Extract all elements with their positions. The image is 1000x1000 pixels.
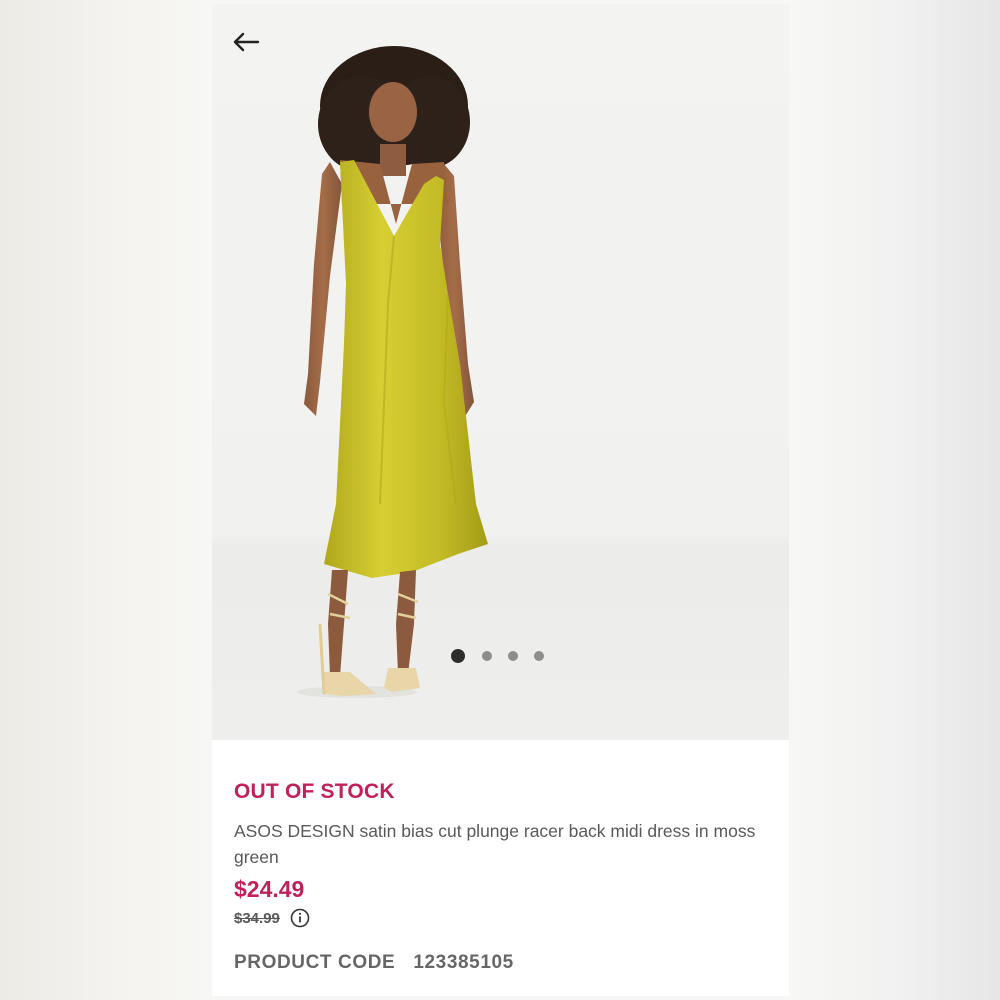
carousel-indicator — [450, 648, 544, 664]
stock-status: OUT OF STOCK — [234, 780, 395, 803]
product-title: ASOS DESIGN satin bias cut plunge racer … — [234, 821, 756, 867]
current-price: $24.49 — [234, 876, 305, 902]
product-photo — [297, 46, 488, 698]
back-button[interactable] — [226, 22, 266, 62]
product-info: OUT OF STOCK ASOS DESIGN satin bias cut … — [212, 740, 789, 996]
carousel-dot[interactable] — [508, 651, 518, 661]
carousel-dot[interactable] — [534, 651, 544, 661]
product-image-gallery[interactable] — [212, 4, 789, 740]
product-code: PRODUCT CODE 123385105 — [234, 952, 514, 974]
product-code-label: PRODUCT CODE — [234, 952, 396, 973]
was-price-row: $34.99 — [234, 908, 310, 928]
was-price: $34.99 — [234, 909, 280, 927]
info-icon[interactable] — [290, 908, 310, 928]
product-code-value: 123385105 — [413, 952, 514, 973]
product-page: OUT OF STOCK ASOS DESIGN satin bias cut … — [212, 4, 789, 996]
arrow-left-icon — [233, 32, 260, 52]
carousel-dot[interactable] — [482, 651, 492, 661]
carousel-dot[interactable] — [450, 648, 466, 664]
